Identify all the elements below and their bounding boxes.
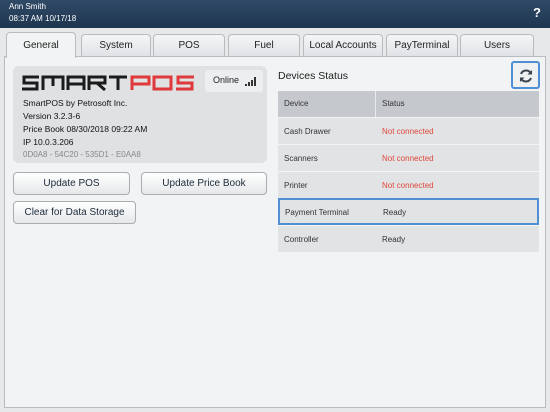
device-status: Not connected	[382, 154, 434, 163]
table-row[interactable]: Controller Ready	[278, 225, 539, 252]
clear-data-storage-button[interactable]: Clear for Data Storage	[13, 201, 136, 224]
device-name: Payment Terminal	[285, 208, 349, 217]
update-price-book-button[interactable]: Update Price Book	[141, 172, 267, 195]
version-text: Version 3.2.3-6	[23, 111, 81, 121]
device-status: Ready	[383, 208, 407, 217]
tab-local-accounts[interactable]: Local Accounts	[303, 34, 383, 57]
price-book-text: Price Book 08/30/2018 09:22 AM	[23, 124, 148, 134]
column-device: Device	[284, 99, 309, 108]
tab-users[interactable]: Users	[460, 34, 534, 57]
device-name: Scanners	[284, 154, 318, 163]
device-status: Ready	[382, 235, 406, 244]
refresh-button[interactable]	[511, 61, 540, 89]
devices-status-title: Devices Status	[278, 70, 349, 82]
smartpos-logo	[22, 75, 194, 92]
tab-system[interactable]: System	[81, 34, 151, 57]
tab-general[interactable]: General	[6, 32, 76, 58]
tab-pos[interactable]: POS	[153, 34, 225, 57]
user-name: Ann Smith	[9, 2, 46, 11]
device-name: Controller	[284, 235, 319, 244]
general-panel: Online SmartPOS by Petrosoft Inc. Versio…	[4, 56, 546, 408]
column-divider	[375, 91, 376, 117]
refresh-icon	[520, 69, 532, 83]
ip-address: IP 10.0.3.206	[23, 137, 74, 147]
device-name: Printer	[284, 181, 308, 190]
date-time: 08:37 AM 10/17/18	[9, 14, 77, 23]
title-bar: Ann Smith 08:37 AM 10/17/18 ?	[0, 0, 550, 28]
help-button[interactable]: ?	[533, 5, 541, 21]
online-label: Online	[213, 75, 240, 85]
signal-icon	[245, 77, 256, 86]
column-status: Status	[382, 99, 405, 108]
device-status: Not connected	[382, 181, 434, 190]
connection-status: Online	[205, 70, 263, 92]
table-row[interactable]: Scanners Not connected	[278, 144, 539, 171]
tab-payterminal[interactable]: PayTerminal	[386, 34, 458, 57]
table-header: Device Status	[278, 91, 539, 117]
devices-table: Device Status Cash Drawer Not connected …	[278, 91, 539, 252]
device-id: 0D0A8 - 54C20 - 535D1 - E0AA8	[23, 150, 141, 159]
table-row[interactable]: Cash Drawer Not connected	[278, 117, 539, 144]
device-status: Not connected	[382, 127, 434, 136]
device-name: Cash Drawer	[284, 127, 331, 136]
update-pos-button[interactable]: Update POS	[13, 172, 130, 195]
product-name: SmartPOS by Petrosoft Inc.	[23, 98, 128, 108]
main-frame: General System POS Fuel Local Accounts P…	[0, 28, 550, 412]
table-row-selected[interactable]: Payment Terminal Ready	[278, 198, 539, 225]
tab-bar: General System POS Fuel Local Accounts P…	[4, 32, 546, 58]
tab-fuel[interactable]: Fuel	[228, 34, 300, 57]
table-row[interactable]: Printer Not connected	[278, 171, 539, 198]
system-info-card: Online SmartPOS by Petrosoft Inc. Versio…	[13, 66, 267, 163]
